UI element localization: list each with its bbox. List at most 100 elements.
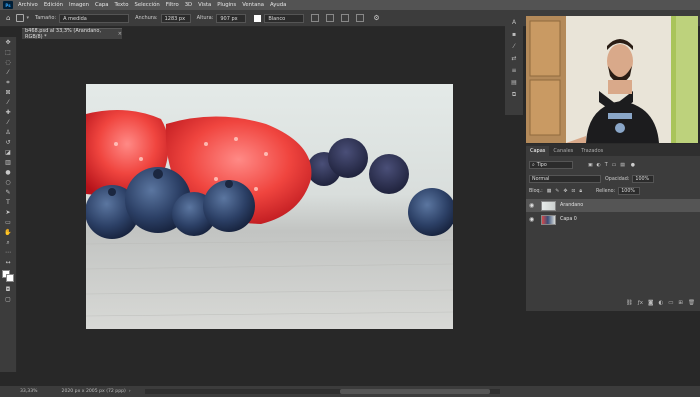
history-brush-tool-icon[interactable]: ↺: [2, 138, 14, 147]
home-icon[interactable]: ⌂: [6, 14, 10, 22]
crop-tool-preset-icon[interactable]: [16, 14, 25, 22]
visibility-eye-icon[interactable]: ◉: [529, 216, 537, 223]
layer-name: Capa 0: [560, 217, 577, 222]
grid-icon[interactable]: [311, 14, 320, 22]
close-icon[interactable]: ×: [118, 31, 122, 37]
filter-shape-icon[interactable]: ▭: [612, 163, 617, 168]
layer-name: Arandano: [560, 203, 584, 208]
filter-adjustment-icon[interactable]: ◐: [597, 163, 601, 168]
dodge-tool-icon[interactable]: ○: [2, 178, 14, 187]
filter-type-icon[interactable]: T: [605, 163, 608, 168]
menu-vista[interactable]: Vista: [195, 2, 214, 8]
background-swatch[interactable]: [254, 14, 262, 22]
zoom-level[interactable]: 33,33%: [20, 389, 38, 394]
move-tool-icon[interactable]: ✥: [2, 38, 14, 47]
menu-imagen[interactable]: Imagen: [66, 2, 92, 8]
menu-filtro[interactable]: Filtro: [163, 2, 182, 8]
lock-row: Bloq.: ▦ ✎ ✥ ⊡ 🔒︎ Relleno: 100%: [529, 187, 641, 195]
layer-style-icon[interactable]: ƒx: [638, 300, 643, 306]
edit-toolbar-icon[interactable]: ↔: [2, 258, 14, 267]
layer-row-capa-0[interactable]: ◉ Capa 0: [526, 213, 700, 226]
chevron-right-icon[interactable]: ›: [129, 389, 131, 394]
color-swatches[interactable]: [1, 269, 15, 283]
fill-field[interactable]: 100%: [618, 187, 641, 195]
menu-3d[interactable]: 3D: [182, 2, 195, 8]
document-tab[interactable]: b468.psd al 33,3% (Arandano, RGB/8) * ×: [22, 28, 122, 40]
screen-mode-icon[interactable]: ▢: [2, 295, 14, 304]
ai-icon[interactable]: A: [509, 18, 519, 27]
menu-ventana[interactable]: Ventana: [239, 2, 267, 8]
opacity-label: Opacidad:: [605, 176, 630, 182]
more-tools-icon[interactable]: ⋯: [2, 248, 14, 257]
link-layers-icon[interactable]: ⛓: [626, 300, 633, 306]
zoom-tool-icon[interactable]: ⌕: [2, 238, 14, 247]
marquee-tool-icon[interactable]: ⬚: [2, 48, 14, 57]
adjustment-layer-icon[interactable]: ◐: [658, 300, 663, 306]
healing-brush-tool-icon[interactable]: ✚: [2, 108, 14, 117]
path-selection-tool-icon[interactable]: ➤: [2, 208, 14, 217]
menu-seleccion[interactable]: Selección: [131, 2, 162, 8]
gear-icon[interactable]: ⚙: [373, 14, 379, 22]
background-color[interactable]: [6, 274, 14, 282]
eraser-tool-icon[interactable]: ◪: [2, 148, 14, 157]
menu-archivo[interactable]: Archivo: [15, 2, 41, 8]
blend-mode-select[interactable]: Normal: [529, 175, 601, 183]
new-group-icon[interactable]: ▭: [668, 300, 673, 306]
visibility-eye-icon[interactable]: ◉: [529, 202, 537, 209]
chevron-down-icon[interactable]: ▾: [26, 15, 29, 21]
menu-plugins[interactable]: Plugins: [214, 2, 239, 8]
lasso-tool-icon[interactable]: ◌: [2, 58, 14, 67]
magic-wand-tool-icon[interactable]: ⁄: [2, 68, 14, 77]
frame-tool-icon[interactable]: ⊠: [2, 88, 14, 97]
paths-icon[interactable]: ⧉: [509, 90, 519, 99]
clone-stamp-tool-icon[interactable]: ♙: [2, 128, 14, 137]
type-tool-icon[interactable]: T: [2, 198, 14, 207]
tab-capas[interactable]: Capas: [526, 146, 550, 156]
comment-icon[interactable]: ▪: [509, 30, 519, 39]
blur-tool-icon[interactable]: ●: [2, 168, 14, 177]
brush-tool-icon[interactable]: ⁄: [2, 118, 14, 127]
quick-mask-icon[interactable]: ◘: [2, 285, 14, 294]
pen-tool-icon[interactable]: ✎: [2, 188, 14, 197]
hand-tool-icon[interactable]: ✋: [2, 228, 14, 237]
lock-pixels-icon[interactable]: ✎: [555, 189, 559, 194]
width-field[interactable]: 1283 px: [160, 13, 191, 23]
brush-settings-icon[interactable]: ⁄: [509, 42, 519, 51]
layer-row-arandano[interactable]: ◉ Arandano: [526, 199, 700, 212]
photoshop-logo-icon[interactable]: Ps: [3, 1, 13, 9]
menu-texto[interactable]: Texto: [112, 2, 132, 8]
background-select[interactable]: Blanco: [264, 13, 305, 23]
filter-smart-icon[interactable]: ▤: [620, 163, 625, 168]
lock-position-icon[interactable]: ✥: [563, 189, 567, 194]
crop-tool-icon[interactable]: ⌗: [2, 78, 14, 87]
align-icon[interactable]: [341, 14, 350, 22]
menu-ayuda[interactable]: Ayuda: [267, 2, 289, 8]
transform-icon[interactable]: [326, 14, 335, 22]
libraries-icon[interactable]: ▤: [509, 78, 519, 87]
filter-toggle-icon[interactable]: ●: [631, 163, 635, 168]
tab-trazados[interactable]: Trazados: [577, 146, 607, 156]
size-select[interactable]: A medida: [59, 13, 130, 23]
height-field[interactable]: 907 px: [216, 13, 247, 23]
distribute-icon[interactable]: [356, 14, 365, 22]
eyedropper-tool-icon[interactable]: ⁄: [2, 98, 14, 107]
lock-all-icon[interactable]: 🔒︎: [579, 188, 582, 194]
add-mask-icon[interactable]: ◙: [648, 300, 653, 306]
rectangle-tool-icon[interactable]: ▭: [2, 218, 14, 227]
delete-layer-icon[interactable]: 🗑︎: [688, 300, 695, 306]
new-layer-icon[interactable]: ⊞: [678, 300, 683, 306]
lock-transparency-icon[interactable]: ▦: [547, 189, 552, 194]
properties-icon[interactable]: ≡: [509, 66, 519, 75]
lock-artboard-icon[interactable]: ⊡: [571, 189, 575, 194]
menu-capa[interactable]: Capa: [92, 2, 112, 8]
opacity-field[interactable]: 100%: [632, 175, 655, 183]
horizontal-scrollbar-thumb[interactable]: [340, 389, 490, 394]
filter-pixel-icon[interactable]: ▣: [588, 163, 593, 168]
document-info[interactable]: 2020 px x 2005 px (72 ppp): [62, 389, 126, 394]
document-canvas-image[interactable]: [86, 84, 453, 329]
gradient-tool-icon[interactable]: ▥: [2, 158, 14, 167]
layer-filter-select[interactable]: ⌕ Tipo: [529, 161, 573, 169]
adjustments-icon[interactable]: ⇄: [509, 54, 519, 63]
tab-canales[interactable]: Canales: [549, 146, 577, 156]
menu-edicion[interactable]: Edición: [41, 2, 66, 8]
